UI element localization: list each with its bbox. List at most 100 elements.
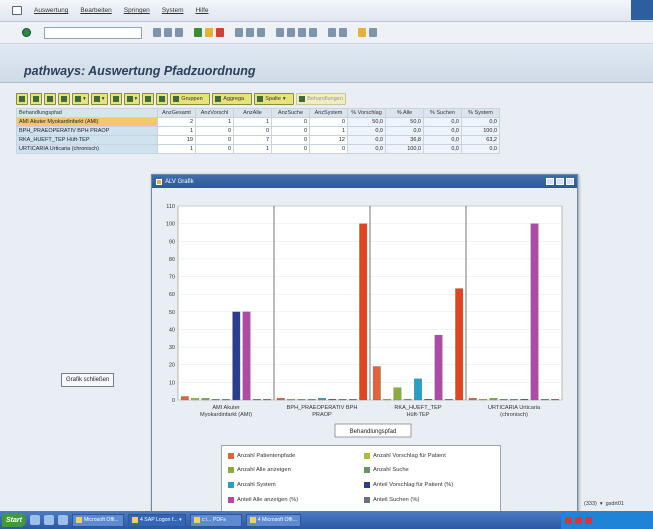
layout-icon[interactable] (369, 28, 377, 37)
table-cell[interactable]: 50,0 (385, 117, 424, 127)
table-cell[interactable]: 63,2 (461, 135, 500, 145)
find-button[interactable] (58, 93, 70, 105)
sap-window-icon[interactable] (12, 6, 22, 15)
quicklaunch-desktop-icon[interactable] (57, 515, 68, 525)
tray-icon[interactable] (565, 516, 572, 524)
table-cell[interactable]: 2 (157, 117, 196, 127)
table-cell[interactable]: 0 (309, 117, 348, 127)
table-cell[interactable]: 0 (195, 135, 234, 145)
table-cell[interactable]: 0,0 (461, 117, 500, 127)
table-row[interactable]: BPH_PRAEOPERATIV BPH PRAOP 1 0 0 0 1 0,0… (16, 126, 500, 136)
exit-icon[interactable] (205, 28, 213, 37)
col-pct-alle[interactable]: % Alle (385, 108, 424, 118)
find-icon[interactable] (246, 28, 254, 37)
filter-button[interactable]: ▾ (72, 93, 89, 105)
close-graphic-button[interactable]: Grafik schließen (61, 373, 115, 387)
col-anzalle[interactable]: AnzAlle (233, 108, 272, 118)
menu-hilfe[interactable]: Hilfe (195, 7, 208, 14)
table-cell[interactable]: 1 (157, 126, 196, 136)
table-cell[interactable]: 19 (157, 135, 196, 145)
shortcut-icon[interactable] (339, 28, 347, 37)
col-anzsystem[interactable]: AnzSystem (309, 108, 348, 118)
tray-icon[interactable] (575, 516, 582, 524)
table-cell[interactable]: 100,0 (461, 126, 500, 136)
table-cell[interactable]: 0 (271, 135, 310, 145)
expand-command-icon[interactable] (153, 28, 161, 37)
table-cell[interactable]: 0,0 (461, 144, 500, 154)
col-anzsuche[interactable]: AnzSuche (271, 108, 310, 118)
dropdown-icon[interactable]: ▾ (600, 501, 603, 507)
table-cell[interactable]: 12 (309, 135, 348, 145)
new-session-icon[interactable] (328, 28, 336, 37)
previous-page-icon[interactable] (287, 28, 295, 37)
table-cell[interactable]: 0 (195, 126, 234, 136)
help-icon[interactable] (358, 28, 366, 37)
table-cell[interactable]: 50,0 (347, 117, 386, 127)
minimize-icon[interactable] (546, 178, 554, 185)
table-cell[interactable]: 0,0 (347, 126, 386, 136)
last-page-icon[interactable] (309, 28, 317, 37)
graphic-button[interactable] (156, 93, 169, 105)
task-office-2[interactable]: 4 Microsoft Offi... (245, 513, 301, 527)
row-key[interactable]: URTICARIA Urticaria (chronisch) (16, 144, 158, 154)
col-anzgesamt[interactable]: AnzGesamt (157, 108, 196, 118)
table-cell[interactable]: 0 (309, 144, 348, 154)
popup-titlebar[interactable]: ALV Grafik (152, 175, 577, 188)
sum-button[interactable]: ▾ (90, 93, 108, 105)
col-pct-vorschlag[interactable]: % Vorschlag (347, 108, 386, 118)
table-cell[interactable]: 0 (195, 144, 234, 154)
behandlungen-button[interactable]: Behandlungen (296, 93, 346, 105)
table-cell[interactable]: 0,0 (347, 144, 386, 154)
quicklaunch-outlook-icon[interactable] (43, 515, 54, 525)
row-key[interactable]: AMI Akuter Myokardinfarkt (AMI) (16, 117, 158, 127)
find-next-icon[interactable] (257, 28, 265, 37)
table-cell[interactable]: 0 (271, 144, 310, 154)
menu-system[interactable]: System (162, 7, 184, 14)
sort-asc-button[interactable] (30, 93, 42, 105)
task-folder[interactable]: c:\... PDFs (189, 513, 242, 527)
export-button[interactable]: ▾ (123, 93, 141, 105)
gruppen-button[interactable]: Gruppen (170, 93, 211, 105)
command-field[interactable] (44, 26, 142, 39)
aggrega-button[interactable]: Aggrega (212, 93, 253, 105)
table-cell[interactable]: 0,0 (423, 144, 462, 154)
col-behandlungspfad[interactable]: Behandlungspfad (16, 108, 158, 118)
row-key[interactable]: BPH_PRAEOPERATIV BPH PRAOP (16, 126, 158, 136)
table-cell[interactable]: 0,0 (423, 117, 462, 127)
close-icon[interactable] (566, 178, 574, 185)
sort-desc-button[interactable] (44, 93, 56, 105)
layout-button[interactable] (142, 93, 155, 105)
menu-auswertung[interactable]: Auswertung (34, 7, 68, 14)
table-cell[interactable]: 0 (271, 117, 310, 127)
maximize-icon[interactable] (556, 178, 564, 185)
table-cell[interactable]: 1 (195, 117, 234, 127)
menu-springen[interactable]: Springen (124, 7, 150, 14)
spalte-button[interactable]: Spalte ▾ (254, 93, 295, 105)
task-sap-logon[interactable]: 4 SAP Logon f... ▾ (127, 513, 186, 527)
table-cell[interactable]: 0 (271, 126, 310, 136)
cancel-icon[interactable] (216, 28, 224, 37)
enter-icon[interactable] (22, 28, 31, 37)
back-icon[interactable] (194, 28, 202, 37)
table-row[interactable]: AMI Akuter Myokardinfarkt (AMI) 2 1 1 0 … (16, 117, 500, 127)
table-row[interactable]: RKA_HUEFT_TEP Hüft-TEP 19 0 7 0 12 0,0 3… (16, 135, 500, 145)
print-preview-button[interactable] (109, 93, 122, 105)
table-cell[interactable]: 36,8 (385, 135, 424, 145)
table-cell[interactable]: 1 (233, 117, 272, 127)
col-anzvorschl[interactable]: AnzVorschl (195, 108, 234, 118)
menu-bearbeiten[interactable]: Bearbeiten (80, 7, 111, 14)
table-cell[interactable]: 1 (157, 144, 196, 154)
quicklaunch-ie-icon[interactable] (29, 515, 40, 525)
col-pct-system[interactable]: % System (461, 108, 500, 118)
table-row[interactable]: URTICARIA Urticaria (chronisch) 1 0 1 0 … (16, 144, 500, 154)
table-cell[interactable]: 0,0 (423, 126, 462, 136)
table-cell[interactable]: 1 (233, 144, 272, 154)
print-icon[interactable] (235, 28, 243, 37)
task-office-1[interactable]: Microsoft Offi... (71, 513, 124, 527)
next-page-icon[interactable] (298, 28, 306, 37)
row-key[interactable]: RKA_HUEFT_TEP Hüft-TEP (16, 135, 158, 145)
table-cell[interactable]: 0,0 (423, 135, 462, 145)
first-page-icon[interactable] (276, 28, 284, 37)
table-cell[interactable]: 100,0 (385, 144, 424, 154)
table-cell[interactable]: 0 (233, 126, 272, 136)
